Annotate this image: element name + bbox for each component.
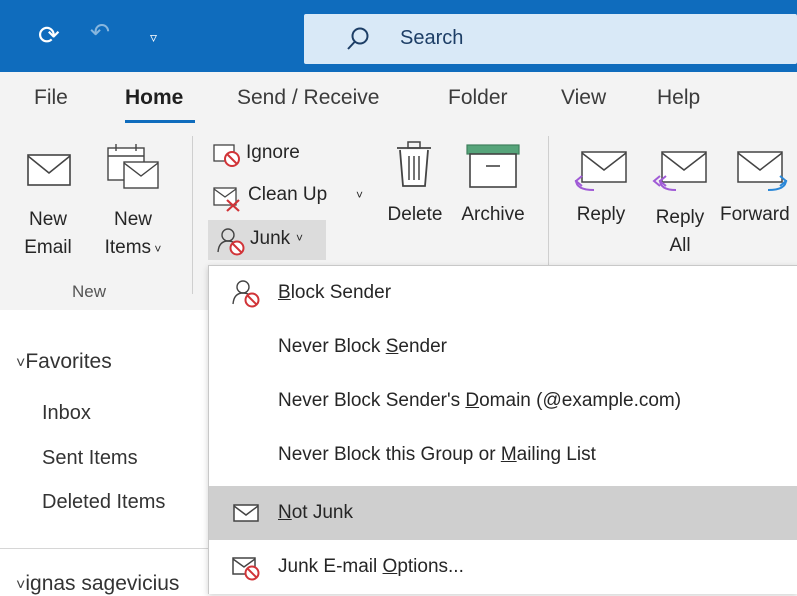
account-header[interactable]: ˅ignas sagevicius xyxy=(16,572,179,596)
clean-up-icon xyxy=(213,187,240,212)
favorites-header[interactable]: ˅Favorites xyxy=(16,350,112,374)
tab-home[interactable]: Home xyxy=(125,86,183,110)
ignore-button[interactable]: Ignore xyxy=(208,140,368,170)
clean-up-label: Clean Up xyxy=(248,184,328,205)
group-label-new: New xyxy=(72,282,107,301)
forward-button[interactable]: Forward xyxy=(720,144,797,254)
new-email-label-2: Email xyxy=(24,237,72,258)
divider xyxy=(0,548,208,549)
folder-pane: ˅Favorites Inbox Sent Items Deleted Item… xyxy=(0,310,208,596)
chevron-down-icon: ˅ xyxy=(296,231,304,245)
delete-button[interactable]: Delete xyxy=(378,138,452,248)
junk-label: Junk xyxy=(250,228,291,249)
ribbon-tabs: File Home Send / Receive Folder View Hel… xyxy=(0,72,797,124)
block-sender-icon xyxy=(217,228,245,256)
tab-send-receive[interactable]: Send / Receive xyxy=(237,86,379,110)
reply-all-icon xyxy=(652,151,707,191)
title-bar: ⟳ ↶ ▿ Search xyxy=(0,0,797,72)
menu-item-junk-options[interactable]: Junk E-mail Options... xyxy=(209,540,797,594)
reply-all-label-2: All xyxy=(669,235,691,256)
tab-view[interactable]: View xyxy=(561,86,606,110)
group-separator xyxy=(192,136,193,294)
search-placeholder: Search xyxy=(400,27,464,49)
search-icon xyxy=(347,27,369,50)
envelope-icon xyxy=(233,504,259,522)
menu-item-label: Block Sender xyxy=(278,282,392,303)
customize-toolbar-icon[interactable]: ▿ xyxy=(150,26,157,48)
search-box[interactable]: Search xyxy=(304,14,797,64)
folder-inbox[interactable]: Inbox xyxy=(42,402,91,425)
reply-all-label-1: Reply xyxy=(655,207,705,228)
menu-item-never-block-sender[interactable]: Never Block Sender xyxy=(209,320,797,374)
reply-button[interactable]: Reply xyxy=(566,144,636,254)
menu-item-label: Never Block Sender's Domain (@example.co… xyxy=(278,390,682,411)
junk-button[interactable]: Junk ˅ xyxy=(208,220,326,260)
active-tab-indicator xyxy=(125,120,195,123)
forward-label: Forward xyxy=(720,204,790,225)
folder-sent-items[interactable]: Sent Items xyxy=(42,447,138,470)
archive-button[interactable]: Archive xyxy=(452,138,534,248)
new-items-label-2: Items xyxy=(104,237,152,258)
menu-item-block-sender[interactable]: Block Sender xyxy=(209,266,797,320)
block-sender-icon xyxy=(232,280,260,308)
reply-all-button[interactable]: Reply All xyxy=(644,144,716,264)
archive-label: Archive xyxy=(461,204,525,225)
clean-up-button[interactable]: Clean Up ˅ xyxy=(208,182,368,212)
menu-item-label: Not Junk xyxy=(278,502,353,523)
reply-icon xyxy=(574,151,627,191)
tab-folder[interactable]: Folder xyxy=(448,86,508,110)
forward-icon xyxy=(737,151,788,191)
archive-icon xyxy=(466,144,520,188)
menu-item-label: Never Block Sender xyxy=(278,336,447,357)
tab-help[interactable]: Help xyxy=(657,86,700,110)
new-email-button[interactable]: New Email xyxy=(20,144,80,274)
account-label: ignas sagevicius xyxy=(25,572,180,595)
menu-item-not-junk[interactable]: Not Junk xyxy=(209,486,797,540)
chevron-down-icon: ˅ xyxy=(151,242,162,256)
menu-item-label: Never Block this Group or Mailing List xyxy=(278,444,596,465)
reply-label: Reply xyxy=(576,204,626,225)
menu-item-label: Junk E-mail Options... xyxy=(278,556,464,577)
trash-icon xyxy=(397,141,431,187)
envelope-icon xyxy=(27,154,71,186)
folder-deleted-items[interactable]: Deleted Items xyxy=(42,491,165,514)
chevron-down-icon: ˅ xyxy=(16,577,26,594)
new-items-button[interactable]: New Items ˅ xyxy=(98,138,178,274)
menu-item-never-block-group[interactable]: Never Block this Group or Mailing List xyxy=(209,428,797,482)
junk-options-icon xyxy=(232,557,260,581)
favorites-label: Favorites xyxy=(25,350,112,373)
tab-file[interactable]: File xyxy=(34,86,68,110)
junk-dropdown-menu: Block Sender Never Block Sender Never Bl… xyxy=(208,265,797,594)
undo-icon[interactable]: ↶ xyxy=(90,21,110,45)
new-items-label-1: New xyxy=(113,209,152,230)
chevron-down-icon: ˅ xyxy=(16,355,26,372)
calendar-envelope-icon xyxy=(107,144,159,189)
ignore-icon xyxy=(213,144,240,167)
delete-label: Delete xyxy=(387,204,443,225)
new-email-label-1: New xyxy=(28,209,67,230)
sync-icon[interactable]: ⟳ xyxy=(38,22,60,48)
menu-item-never-block-domain[interactable]: Never Block Sender's Domain (@example.co… xyxy=(209,374,797,428)
ignore-label: Ignore xyxy=(246,142,300,163)
chevron-down-icon: ˅ xyxy=(356,188,364,202)
